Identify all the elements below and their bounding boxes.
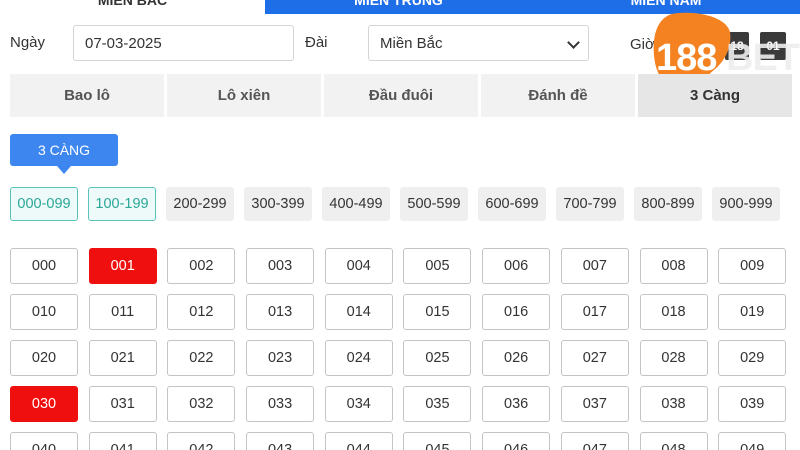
range-chip[interactable]: 600-699	[478, 187, 546, 221]
number-cell[interactable]: 010	[10, 294, 78, 330]
number-cell[interactable]: 001	[88, 248, 157, 284]
range-chip[interactable]: 100-199	[88, 187, 156, 221]
number-cell[interactable]: 025	[403, 340, 472, 376]
number-cell[interactable]: 017	[560, 294, 629, 330]
range-chip[interactable]: 800-899	[634, 187, 702, 221]
number-cell[interactable]: 035	[403, 386, 472, 422]
number-cell[interactable]: 024	[324, 340, 393, 376]
number-cell[interactable]: 036	[482, 386, 551, 422]
chevron-down-icon	[567, 36, 580, 49]
number-cell[interactable]: 005	[403, 248, 472, 284]
number-cell[interactable]: 027	[560, 340, 629, 376]
subtab-caret-icon	[57, 166, 71, 174]
range-selector: 000-099 100-199 200-299 300-399 400-499 500-5…	[10, 187, 780, 221]
number-cell[interactable]: 016	[482, 294, 551, 330]
number-cell[interactable]: 031	[88, 386, 157, 422]
tab-dau-duoi[interactable]: Đầu đuôi	[324, 74, 478, 117]
tab-lo-xien[interactable]: Lô xiên	[167, 74, 321, 117]
number-cell[interactable]: 013	[246, 294, 315, 330]
number-cell[interactable]: 038	[639, 386, 708, 422]
range-chip[interactable]: 200-299	[166, 187, 234, 221]
number-cell[interactable]: 033	[246, 386, 315, 422]
tab-mien-bac[interactable]: MIỀN BẮC	[0, 0, 265, 14]
svg-text:188: 188	[656, 37, 716, 79]
number-cell[interactable]: 015	[403, 294, 472, 330]
number-cell[interactable]: 020	[10, 340, 78, 376]
number-cell[interactable]: 048	[639, 432, 708, 450]
date-field[interactable]: 07-03-2025	[73, 25, 294, 61]
number-cell[interactable]: 008	[639, 248, 708, 284]
station-label: Đài	[305, 34, 328, 51]
range-chip[interactable]: 700-799	[556, 187, 624, 221]
subtab-3-cang[interactable]: 3 CÀNG	[10, 134, 118, 166]
number-cell[interactable]: 018	[639, 294, 708, 330]
number-cell[interactable]: 009	[718, 248, 787, 284]
number-cell[interactable]: 040	[10, 432, 78, 450]
svg-text:BET: BET	[726, 37, 800, 79]
range-chip[interactable]: 300-399	[244, 187, 312, 221]
range-chip[interactable]: 500-599	[400, 187, 468, 221]
number-cell[interactable]: 028	[639, 340, 708, 376]
tab-mien-trung[interactable]: MIỀN TRUNG	[265, 0, 532, 14]
number-cell[interactable]: 026	[482, 340, 551, 376]
number-cell[interactable]: 032	[167, 386, 236, 422]
bet-type-tabs: Bao lô Lô xiên Đầu đuôi Đánh đề 3 Càng	[10, 74, 792, 117]
range-chip[interactable]: 900-999	[712, 187, 780, 221]
number-cell[interactable]: 034	[324, 386, 393, 422]
date-label: Ngày	[10, 34, 46, 51]
number-cell[interactable]: 006	[482, 248, 551, 284]
number-cell[interactable]: 045	[403, 432, 472, 450]
date-value: 07-03-2025	[85, 34, 162, 52]
station-select[interactable]: Miền Bắc	[368, 25, 589, 61]
number-cell[interactable]: 000	[10, 248, 78, 284]
number-cell[interactable]: 044	[324, 432, 393, 450]
number-cell[interactable]: 030	[10, 386, 78, 422]
station-value: Miền Bắc	[380, 34, 443, 52]
number-cell[interactable]: 041	[88, 432, 157, 450]
number-cell[interactable]: 003	[246, 248, 315, 284]
tab-danh-de[interactable]: Đánh đề	[481, 74, 635, 117]
number-cell[interactable]: 002	[167, 248, 236, 284]
number-cell[interactable]: 012	[167, 294, 236, 330]
range-chip[interactable]: 400-499	[322, 187, 390, 221]
number-cell[interactable]: 037	[560, 386, 629, 422]
tab-3-cang[interactable]: 3 Càng	[638, 74, 792, 117]
number-cell[interactable]: 014	[324, 294, 393, 330]
number-cell[interactable]: 007	[560, 248, 629, 284]
number-cell[interactable]: 019	[718, 294, 787, 330]
number-cell[interactable]: 047	[560, 432, 629, 450]
number-cell[interactable]: 029	[718, 340, 787, 376]
number-cell[interactable]: 004	[324, 248, 393, 284]
number-cell[interactable]: 039	[718, 386, 787, 422]
range-chip[interactable]: 000-099	[10, 187, 78, 221]
number-cell[interactable]: 011	[88, 294, 157, 330]
number-cell[interactable]: 049	[718, 432, 787, 450]
number-cell[interactable]: 022	[167, 340, 236, 376]
number-cell[interactable]: 046	[482, 432, 551, 450]
number-grid: 000 001 002 003 004 005 006 007 008 009 010 011 012 0…	[10, 248, 787, 450]
number-cell[interactable]: 043	[246, 432, 315, 450]
number-cell[interactable]: 042	[167, 432, 236, 450]
number-cell[interactable]: 021	[88, 340, 157, 376]
tab-bao-lo[interactable]: Bao lô	[10, 74, 164, 117]
number-cell[interactable]: 023	[246, 340, 315, 376]
